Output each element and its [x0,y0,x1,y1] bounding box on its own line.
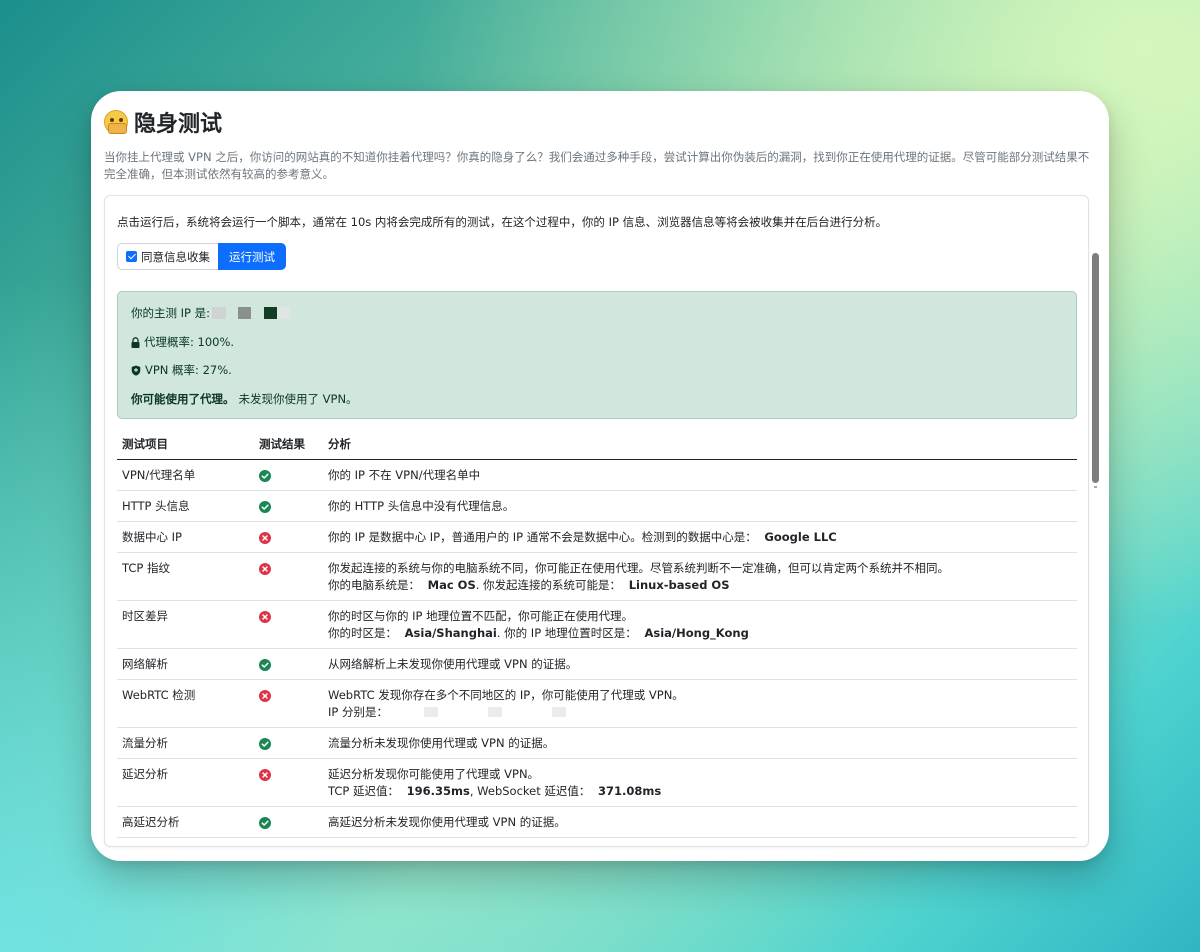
table-row: 时区差异 你的时区与你的 IP 地理位置不匹配，你可能正在使用代理。你的时区是： … [117,600,1077,649]
shushing-face-icon [104,110,128,134]
test-card: 点击运行后，系统将会运行一个脚本，通常在 10s 内将会完成所有的测试，在这个过… [104,195,1089,847]
test-analysis: 你的 HTTP 头信息中没有代理信息。 [323,490,1077,522]
test-item-name: 高延迟分析 [117,806,254,838]
conclusion-line: 你可能使用了代理。 未发现你使用了 VPN。 [131,391,358,407]
table-row: 数据中心 IP 你的 IP 是数据中心 IP，普通用户的 IP 通常不会是数据中心… [117,521,1077,553]
table-row: WebRTC 检测 WebRTC 发现你存在多个不同地区的 IP，你可能使用了代理… [117,679,1077,728]
proxy-prob: 代理概率: 100%. [144,335,235,349]
x-circle-icon [259,767,271,781]
table-row: 高延迟分析 高延迟分析未发现你使用代理或 VPN 的证据。 [117,806,1077,838]
test-result [254,727,323,759]
test-item-name: 延迟分析 [117,758,254,807]
check-circle-icon [259,468,271,482]
test-analysis: 你发起连接的系统与你的电脑系统不同，你可能正在使用代理。尽管系统判断不一定准确，… [323,552,1077,601]
table-row: VPN/代理名单 你的 IP 不在 VPN/代理名单中 [117,459,1077,491]
test-result [254,552,323,601]
analysis-line: 你的 IP 不在 VPN/代理名单中 [328,467,481,482]
redacted-ip [423,707,438,717]
analysis-line: WebRTC 发现你存在多个不同地区的 IP，你可能使用了代理或 VPN。 [328,687,684,702]
test-item-name: 网络解析 [117,648,254,680]
analysis-line: 高延迟分析未发现你使用代理或 VPN 的证据。 [328,814,566,829]
lock-icon [131,336,140,348]
results-table: 测试项目 测试结果 分析 VPN/代理名单 你的 IP 不在 VPN/代理名单中 H… [117,430,1077,838]
analysis-detail: 你的电脑系统是： Mac OS. 你发起连接的系统可能是： Linux-base… [328,577,730,592]
shield-icon [131,365,141,376]
run-test-button[interactable]: 运行测试 [218,243,286,270]
table-row: 流量分析 流量分析未发现你使用代理或 VPN 的证据。 [117,727,1077,759]
test-result [254,648,323,680]
test-item-name: 时区差异 [117,600,254,649]
test-result [254,758,323,807]
consent-label: 同意信息收集 [141,249,210,264]
redacted-ip [212,307,291,319]
conclusion-vpn: 未发现你使用了 VPN。 [238,392,358,406]
x-circle-icon [259,688,271,702]
test-analysis: 你的 IP 是数据中心 IP，普通用户的 IP 通常不会是数据中心。检测到的数据… [323,521,1077,553]
title-row: 隐身测试 [104,105,222,139]
analysis-line: 你发起连接的系统与你的电脑系统不同，你可能正在使用代理。尽管系统判断不一定准确，… [328,560,949,575]
x-circle-icon [259,530,271,544]
test-analysis: 流量分析未发现你使用代理或 VPN 的证据。 [323,727,1077,759]
check-circle-icon [259,815,271,829]
proxy-prob-line: 代理概率: 100%. [131,334,234,350]
header-analysis: 分析 [323,430,1077,460]
scrollbar-end [1094,486,1097,488]
table-header-row: 测试项目 测试结果 分析 [117,430,1077,460]
analysis-line: 从网络解析上未发现你使用代理或 VPN 的证据。 [328,656,578,671]
test-item-name: WebRTC 检测 [117,679,254,728]
consent-checkbox[interactable]: 同意信息收集 [117,243,218,270]
intro-text: 点击运行后，系统将会运行一个脚本，通常在 10s 内将会完成所有的测试，在这个过… [117,215,888,229]
test-item-name: 数据中心 IP [117,521,254,553]
analysis-line: 你的时区与你的 IP 地理位置不匹配，你可能正在使用代理。 [328,608,634,623]
check-circle-icon [259,499,271,513]
test-result [254,490,323,522]
x-circle-icon [259,609,271,623]
table-row: TCP 指纹 你发起连接的系统与你的电脑系统不同，你可能正在使用代理。尽管系统判断… [117,552,1077,601]
vpn-prob: VPN 概率: 27%. [145,363,232,377]
test-analysis: 你的 IP 不在 VPN/代理名单中 [323,459,1077,491]
test-result [254,521,323,553]
test-result [254,679,323,728]
conclusion-proxy: 你可能使用了代理。 [131,392,235,406]
redacted-ip [487,707,502,717]
test-analysis: 延迟分析发现你可能使用了代理或 VPN。 TCP 延迟值： 196.35ms, W… [323,758,1077,807]
scrollbar-thumb[interactable] [1092,253,1099,483]
redacted-ip [551,707,566,717]
control-group: 同意信息收集 运行测试 [117,243,286,270]
test-analysis: WebRTC 发现你存在多个不同地区的 IP，你可能使用了代理或 VPN。 IP … [323,679,1077,728]
table-row: HTTP 头信息 你的 HTTP 头信息中没有代理信息。 [117,490,1077,522]
test-result [254,806,323,838]
analysis-line: 延迟分析发现你可能使用了代理或 VPN。 [328,766,540,781]
test-item-name: 流量分析 [117,727,254,759]
analysis-line: 你的 HTTP 头信息中没有代理信息。 [328,498,515,513]
vpn-prob-line: VPN 概率: 27%. [131,362,232,378]
test-analysis: 从网络解析上未发现你使用代理或 VPN 的证据。 [323,648,1077,680]
header-result: 测试结果 [254,430,323,460]
check-circle-icon [259,657,271,671]
app-window: 隐身测试 当你挂上代理或 VPN 之后，你访问的网站真的不知道你挂着代理吗？你真… [91,91,1109,861]
main-ip-label: 你的主测 IP 是: [131,306,211,320]
analysis-detail: TCP 延迟值： 196.35ms, WebSocket 延迟值： 371.08… [328,783,662,798]
main-ip-line: 你的主测 IP 是: [131,305,291,321]
analysis-detail: IP 分别是： [328,704,1072,721]
header-item: 测试项目 [117,430,254,460]
analysis-detail: 你的时区是： Asia/Shanghai. 你的 IP 地理位置时区是： Asi… [328,625,749,640]
test-item-name: VPN/代理名单 [117,459,254,491]
table-row: 网络解析 从网络解析上未发现你使用代理或 VPN 的证据。 [117,648,1077,680]
summary-alert: 你的主测 IP 是: 代理概率: 100%. VPN 概率: 27%. 你可能使… [117,291,1077,419]
analysis-line: 流量分析未发现你使用代理或 VPN 的证据。 [328,735,555,750]
test-item-name: TCP 指纹 [117,552,254,601]
test-result [254,600,323,649]
x-circle-icon [259,561,271,575]
table-row: 延迟分析 延迟分析发现你可能使用了代理或 VPN。 TCP 延迟值： 196.35m… [117,758,1077,807]
check-circle-icon [259,736,271,750]
page-title: 隐身测试 [134,112,223,137]
test-result [254,459,323,491]
analysis-line: 你的 IP 是数据中心 IP，普通用户的 IP 通常不会是数据中心。检测到的数据… [328,529,837,544]
page-description: 当你挂上代理或 VPN 之后，你访问的网站真的不知道你挂着代理吗？你真的隐身了么… [104,150,1090,181]
test-analysis: 你的时区与你的 IP 地理位置不匹配，你可能正在使用代理。你的时区是： Asia… [323,600,1077,649]
test-analysis: 高延迟分析未发现你使用代理或 VPN 的证据。 [323,806,1077,838]
test-item-name: HTTP 头信息 [117,490,254,522]
checkbox-checked-icon[interactable] [126,251,137,262]
